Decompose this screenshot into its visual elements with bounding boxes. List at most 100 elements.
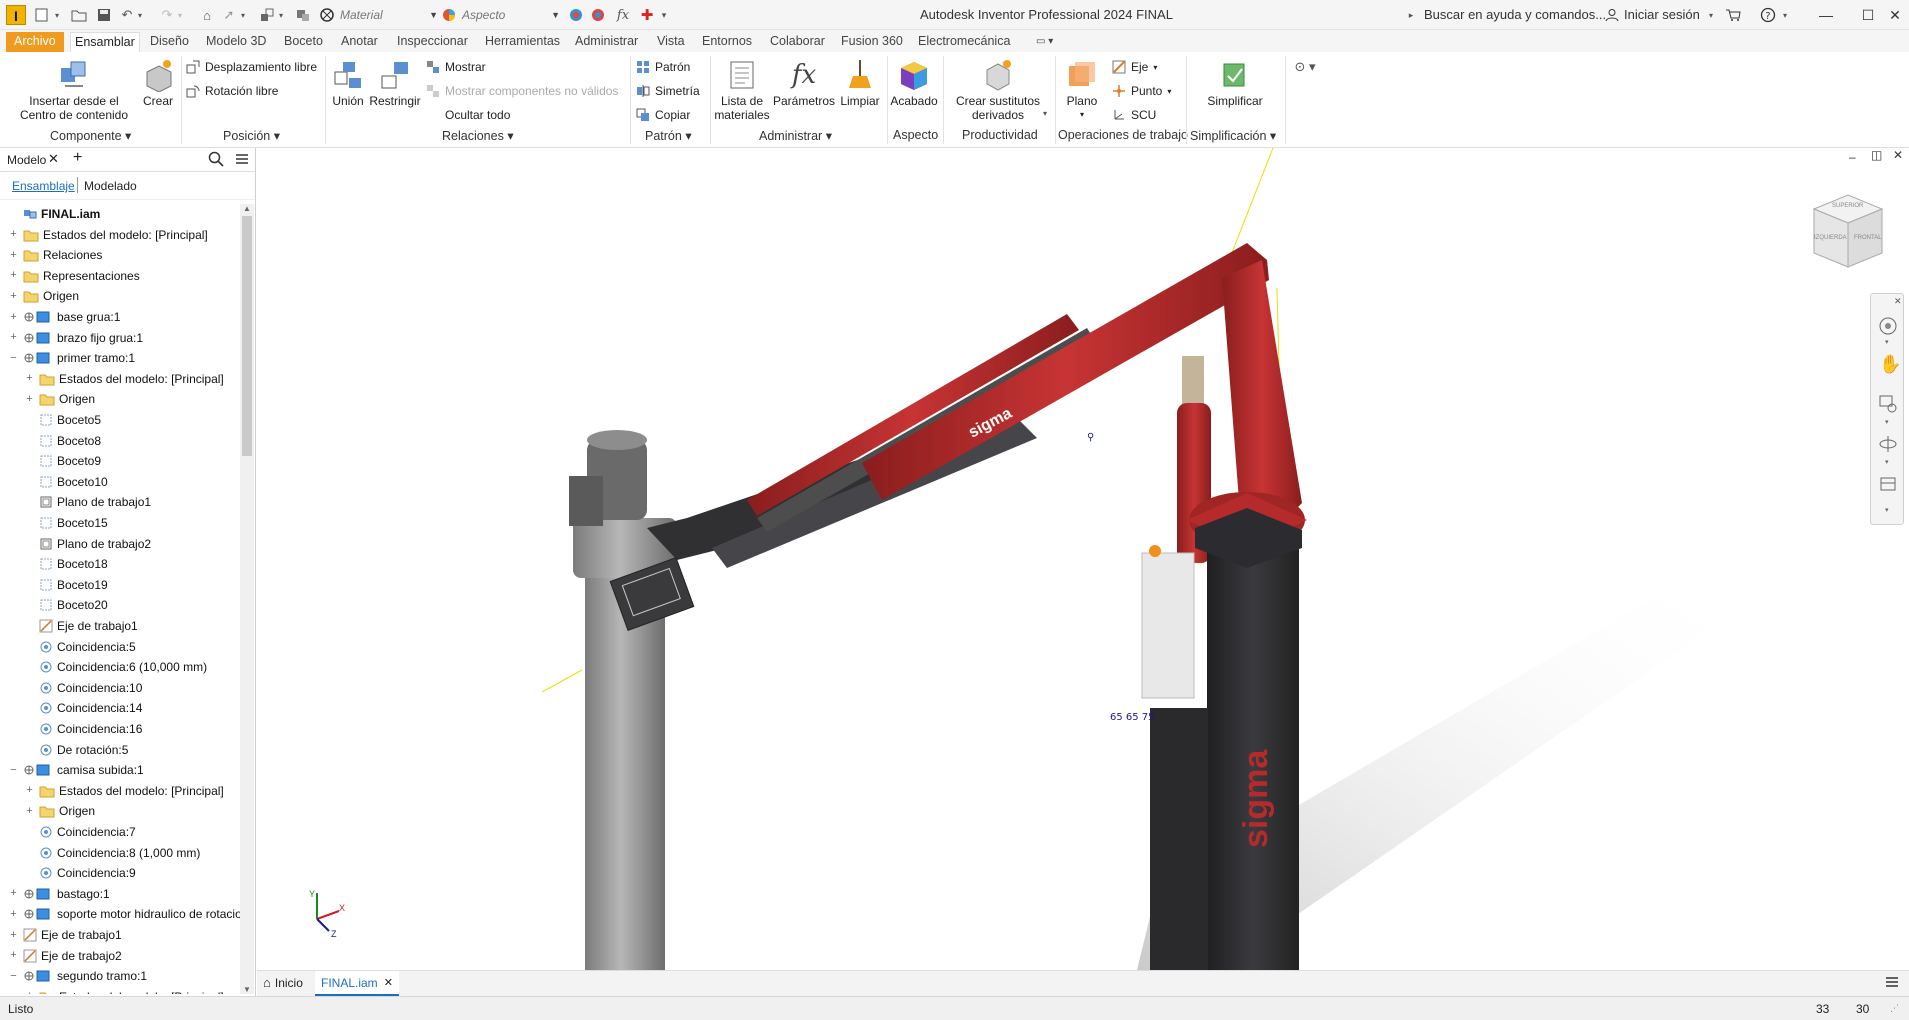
tree-node[interactable]: Coincidencia:16 [24,719,142,739]
tree-node[interactable]: + Origen [8,286,79,306]
scroll-down-icon[interactable]: ▼ [243,985,251,994]
select-icon[interactable]: ➚ [220,6,238,24]
undo-dropdown-icon[interactable]: ▾ [135,6,145,24]
select-dropdown-icon[interactable]: ▾ [238,6,248,24]
tab-boceto[interactable]: Boceto [280,32,327,52]
constrain-button[interactable]: Restringir [367,58,423,108]
save-icon[interactable] [95,6,113,24]
expand-icon[interactable]: + [8,270,19,281]
graphics-viewport[interactable]: sigma sigma ⚲ 65 65 75 Y X Z SUPERIOR IZ… [257,148,1909,970]
expand-icon[interactable]: + [24,805,35,817]
tree-node[interactable]: Boceto19 [24,575,108,595]
signin-dropdown-icon[interactable]: ▾ [1706,6,1716,24]
select-priority-icon[interactable] [258,6,276,24]
free-rotate-button[interactable]: Rotación libre [186,81,278,101]
tree-node[interactable]: + bastago:1 [8,884,109,904]
work-plane-button[interactable]: Plano ▾ [1060,58,1104,122]
navbar-customize-icon[interactable]: ▾ [1885,506,1889,514]
collapse-icon[interactable]: − [8,764,19,776]
pattern-button[interactable]: Patrón [636,57,690,77]
expand-icon[interactable]: + [8,908,19,920]
tree-node[interactable]: + base grua:1 [8,307,120,327]
home-icon[interactable]: ⌂ [198,6,216,24]
tree-node[interactable]: Boceto15 [24,513,108,533]
create-component-button[interactable]: Crear [138,58,178,108]
help-dropdown-icon[interactable]: ▾ [1780,6,1790,24]
expand-icon[interactable]: + [8,229,19,240]
help-icon[interactable]: ? [1759,6,1777,24]
parameters-qa-icon[interactable]: fx [614,6,632,24]
viewcube-front[interactable]: FRONTAL [1854,235,1882,241]
tree-node[interactable]: + Eje de trabajo2 [8,946,121,966]
add-icon[interactable]: ✚ [638,6,656,24]
tree-node[interactable]: + Eje de trabajo1 [8,925,121,945]
tree-node[interactable]: − primer tramo:1 [8,348,135,368]
expand-icon[interactable]: + [24,393,35,405]
tree-node[interactable]: + Representaciones [8,266,139,286]
search-icon[interactable] [208,151,224,170]
expand-icon[interactable]: + [8,929,19,941]
collapse-icon[interactable]: − [8,352,19,364]
viewcube-top[interactable]: SUPERIOR [1832,203,1863,209]
scroll-up-icon[interactable]: ▲ [243,204,251,213]
tree-node[interactable]: Coincidencia:8 (1,000 mm) [24,843,200,863]
new-file-icon[interactable] [34,6,52,24]
material-combo[interactable]: Material ▼ [340,5,440,25]
help-search-input[interactable]: Buscar en ayuda y comandos... [1424,7,1606,22]
tree-node[interactable]: + Estados del modelo: [Principal] [8,225,207,245]
tab-final-iam[interactable]: FINAL.iam ✕ [315,971,399,996]
joint-button[interactable]: Unión [328,58,368,108]
look-at-icon[interactable] [1878,474,1898,497]
tree-node[interactable]: Boceto9 [24,451,101,471]
mirror-button[interactable]: Simetría [636,81,700,101]
tree-node[interactable]: Coincidencia:6 (10,000 mm) [24,657,207,677]
tree-node[interactable]: − segundo tramo:1 [8,966,147,986]
viewport-minimize-icon[interactable]: – [1849,150,1856,164]
tree-node[interactable]: Coincidencia:14 [24,698,142,718]
signin-link[interactable]: Iniciar sesión [1624,7,1700,22]
tree-node[interactable]: Boceto18 [24,554,108,574]
tree-node[interactable]: Coincidencia:7 [24,822,136,842]
work-point-button[interactable]: Punto ▾ [1112,81,1171,101]
adjust-appearance-icon[interactable] [567,6,585,24]
viewcube-left[interactable]: IZQUIERDA [1814,235,1847,241]
tab-diseno[interactable]: Diseño [146,32,193,52]
tab-fusion-360[interactable]: Fusion 360 [837,32,907,52]
tree-node[interactable]: Boceto10 [24,472,108,492]
tree-node[interactable]: + Estados del modelo: [Principal] [24,369,223,389]
maximize-icon[interactable]: ☐ [1855,4,1881,26]
tree-node[interactable]: Boceto20 [24,595,108,615]
orbit-icon[interactable] [1878,434,1898,457]
tree-node[interactable]: + Estados del modelo: [Principal] [24,781,223,801]
add-browser-icon[interactable]: + [73,149,82,167]
browser-scrollbar[interactable]: ▲ ▼ [240,204,254,994]
tab-herramientas[interactable]: Herramientas [481,32,564,52]
appearance-combo[interactable]: Aspecto ▼ [442,5,562,25]
free-move-button[interactable]: Desplazamiento libre [186,57,317,77]
panel-options-icon[interactable]: ▭ ▾ [1032,32,1057,52]
hide-all-button[interactable]: Ocultar todo [426,105,510,125]
tree-node[interactable]: Coincidencia:9 [24,863,136,883]
substitutes-dropdown-icon[interactable]: ▾ [1040,104,1050,122]
redo-icon[interactable]: ↷ [158,6,176,24]
collapse-icon[interactable]: − [8,970,19,982]
tree-node[interactable]: FINAL.iam [8,204,100,224]
tree-node[interactable]: Plano de trabajo2 [24,534,151,554]
tab-inspeccionar[interactable]: Inspeccionar [393,32,472,52]
group-posicion[interactable]: Posición ▾ [223,128,280,143]
tab-anotar[interactable]: Anotar [337,32,382,52]
tree-node[interactable]: + Origen [24,389,95,409]
open-folder-icon[interactable] [70,6,88,24]
tree-node[interactable]: Eje de trabajo1 [24,616,138,636]
parameters-button[interactable]: fx Parámetros [772,58,836,108]
copy-button[interactable]: Copiar [636,105,690,125]
expand-icon[interactable]: + [8,950,19,961]
tab-list-icon[interactable] [1885,975,1899,992]
zoom-dropdown-icon[interactable]: ▾ [1885,418,1889,426]
expand-icon[interactable]: + [8,888,19,899]
subtab-modelado[interactable]: Modelado [84,179,137,193]
orbit-dropdown-icon[interactable]: ▾ [1885,458,1889,466]
tab-modelo-3d[interactable]: Modelo 3D [202,32,270,52]
tree-node[interactable]: De rotación:5 [24,740,128,760]
select-priority-dropdown-icon[interactable]: ▾ [276,6,286,24]
